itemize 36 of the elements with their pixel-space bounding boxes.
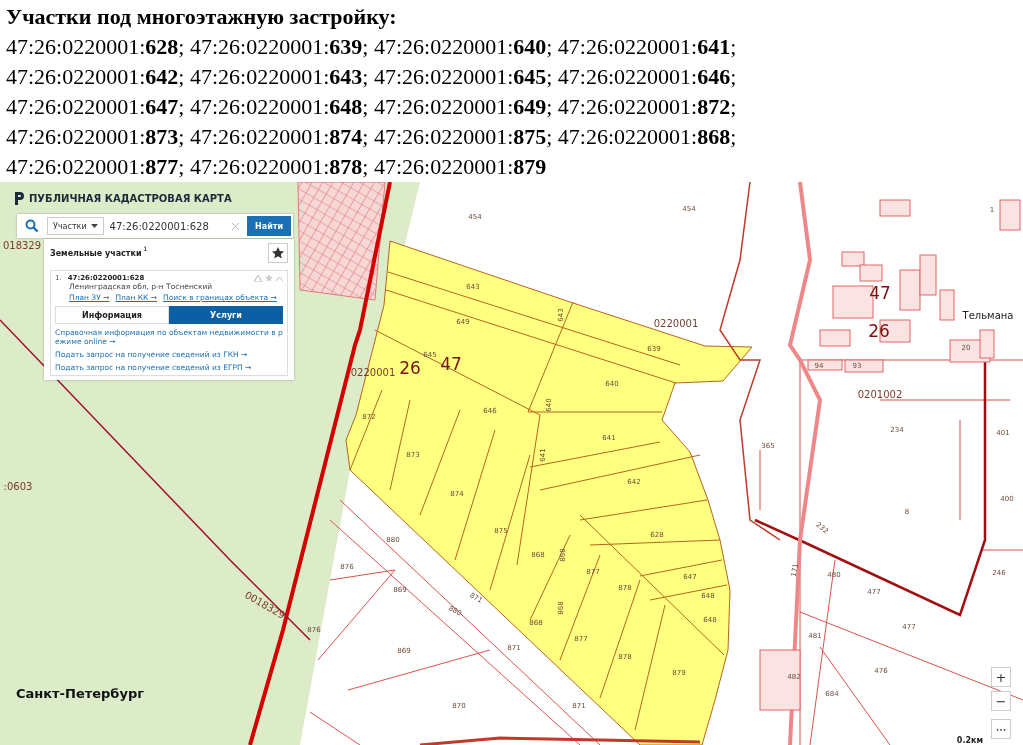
parcel-list-line: 47:26:0220001:873; 47:26:0220001:874; 47:26:0220001:875; 47:26:0220001:868; bbox=[6, 123, 738, 151]
quarter-number: 0201002 bbox=[857, 388, 903, 400]
caret-icon bbox=[90, 224, 98, 228]
clear-icon[interactable] bbox=[232, 222, 240, 230]
results-title: Земельные участки bbox=[50, 249, 142, 258]
zoom-out-button[interactable]: − bbox=[991, 691, 1011, 711]
heading: Участки под многоэтажную застройку: bbox=[6, 3, 398, 31]
parcel-list-line: 47:26:0220001:877; 47:26:0220001:878; 47:26:0220001:879 bbox=[6, 153, 548, 181]
parcel-list-line: 47:26:0220001:642; 47:26:0220001:643; 47:26:0220001:645; 47:26:0220001:646; bbox=[6, 63, 738, 91]
city-name: Санкт-Петербург bbox=[15, 685, 145, 701]
quarter-number: :0603 bbox=[3, 480, 33, 492]
tab[interactable]: Услуги bbox=[169, 306, 283, 324]
region-number: 47 bbox=[440, 354, 462, 374]
star-icon bbox=[272, 247, 284, 259]
collapse-icon[interactable] bbox=[276, 275, 283, 281]
region-number: 26 bbox=[868, 321, 890, 341]
star-icon[interactable] bbox=[265, 274, 273, 282]
scale-label: 0.2км bbox=[956, 736, 983, 745]
search-icon[interactable] bbox=[25, 219, 39, 233]
quarter-number: 0220001 bbox=[653, 317, 699, 329]
parcel-list-line: 47:26:0220001:628; 47:26:0220001:639; 47:26:0220001:640; 47:26:0220001:641; bbox=[6, 33, 738, 61]
warning-icon[interactable] bbox=[254, 274, 262, 282]
parcel-list-line: 47:26:0220001:647; 47:26:0220001:648; 47:26:0220001:649; 47:26:0220001:872; bbox=[6, 93, 738, 121]
quarter-number: 0220001 bbox=[350, 366, 396, 378]
region-number: 47 bbox=[869, 283, 891, 303]
map[interactable] bbox=[0, 182, 1023, 745]
quarter-number: 018329 bbox=[2, 239, 42, 251]
category-dropdown[interactable]: Участки bbox=[47, 217, 104, 235]
zoom-in-button[interactable]: + bbox=[991, 667, 1011, 687]
place-name: Тельмана bbox=[962, 309, 1014, 321]
app-title: ПУБЛИЧНАЯ КАДАСТРОВАЯ КАРТА bbox=[29, 193, 232, 204]
region-number: 26 bbox=[399, 358, 421, 378]
find-button[interactable]: Найти bbox=[247, 216, 291, 236]
favorite-button[interactable] bbox=[268, 243, 288, 263]
logo-icon bbox=[14, 192, 24, 205]
tab[interactable]: Информация bbox=[55, 306, 169, 324]
